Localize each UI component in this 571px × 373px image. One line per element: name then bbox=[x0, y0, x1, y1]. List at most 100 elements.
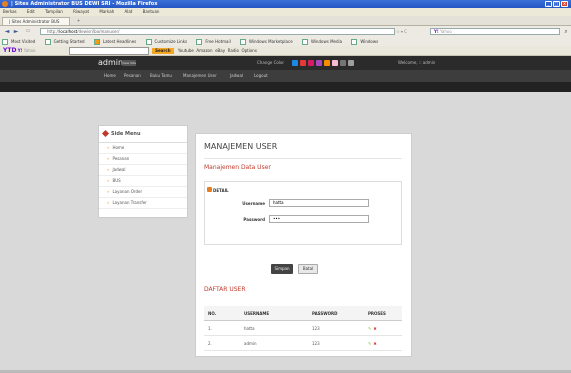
row-password: 123 bbox=[311, 335, 367, 351]
bookmark-getting-started[interactable]: Getting Started bbox=[44, 39, 88, 45]
toolbar-radio[interactable]: Radio bbox=[228, 48, 239, 53]
minimize-button[interactable]: _ bbox=[545, 1, 552, 7]
bookmark-windows[interactable]: Windows bbox=[351, 39, 381, 45]
menu-berkas[interactable]: Berkas bbox=[3, 9, 17, 14]
side-item-layanan-order[interactable]: Layanan Order bbox=[99, 187, 187, 198]
col-password: PASSWORD bbox=[311, 306, 367, 321]
bookmark-icon bbox=[240, 39, 247, 45]
table-row: 2. admin 123 ✎ ✖ bbox=[204, 335, 402, 351]
url-bar[interactable]: http://localhost/dewisri/bo/manuser/ bbox=[40, 28, 395, 35]
reload-icon[interactable]: ☆ ▾ C bbox=[396, 28, 407, 35]
toolbar-search-input[interactable] bbox=[68, 47, 149, 55]
pin-icon bbox=[101, 129, 110, 138]
color-swatch-5[interactable] bbox=[324, 60, 330, 66]
menu-bantuan[interactable]: Bantuan bbox=[143, 9, 160, 14]
menu-tampilan[interactable]: Tampilan bbox=[45, 9, 63, 14]
color-swatch-1[interactable] bbox=[292, 60, 298, 66]
menu-riwayat[interactable]: Riwayat bbox=[73, 9, 89, 14]
bookmark-label: Getting Started bbox=[53, 39, 85, 44]
menu-bar: Berkas Edit Tampilan Riwayat Markah Alat… bbox=[0, 8, 571, 16]
password-input[interactable]: ••• bbox=[269, 215, 369, 223]
toolbar-options[interactable]: Options bbox=[241, 48, 256, 53]
color-swatch-6[interactable] bbox=[332, 60, 338, 66]
bookmark-free-hotmail[interactable]: Free Hotmail bbox=[196, 39, 233, 45]
bookmark-icon bbox=[196, 39, 203, 45]
password-label: Password bbox=[243, 217, 265, 222]
nav-manajemen-user[interactable]: Manajemen User bbox=[183, 70, 217, 82]
maximize-button[interactable]: □ bbox=[553, 1, 560, 7]
browser-search-input[interactable]: Y! Yahoo bbox=[430, 28, 560, 35]
toolbar-search-button[interactable]: Search bbox=[152, 48, 174, 54]
toolbar-youtube[interactable]: Youtube bbox=[178, 48, 194, 53]
close-button[interactable]: × bbox=[561, 1, 568, 7]
search-magnifier-icon[interactable]: ⌕ bbox=[562, 28, 570, 35]
table-row: 1. hatta 123 ✎ ✖ bbox=[204, 320, 402, 336]
side-item-home[interactable]: Home bbox=[99, 143, 187, 154]
toolbar-ebay[interactable]: eBay bbox=[215, 48, 225, 53]
row-password: 123 bbox=[311, 320, 367, 336]
user-table: NO. USERNAME PASSWORD PROSES 1. hatta 12… bbox=[204, 306, 402, 351]
nav-pesanan[interactable]: Pesanan bbox=[124, 70, 141, 82]
username-input[interactable]: hatta bbox=[269, 199, 369, 207]
nav-jadwal[interactable]: Jadwal bbox=[230, 70, 243, 82]
bookmark-label: Free Hotmail bbox=[205, 39, 231, 44]
color-swatch-2[interactable] bbox=[300, 60, 306, 66]
side-menu-header: Side Menu bbox=[99, 126, 187, 143]
rss-icon bbox=[93, 39, 100, 45]
yahoo-search-icon: Y! bbox=[434, 29, 439, 34]
color-swatch-3[interactable] bbox=[308, 60, 314, 66]
back-arrow-icon[interactable]: ◄ bbox=[3, 28, 11, 35]
bookmark-windows-marketplace[interactable]: Windows Marketplace bbox=[240, 39, 296, 45]
window-title: | Sites Administrator BUS DEWI SRI - Moz… bbox=[11, 1, 158, 7]
bookmark-windows-media[interactable]: Windows Media bbox=[301, 39, 345, 45]
site-brand: admin bbox=[98, 58, 124, 67]
side-menu: Side Menu Home Pesanan Jadwal BUS Layana… bbox=[98, 125, 188, 218]
bookmark-icon bbox=[351, 39, 358, 45]
delete-x-icon[interactable]: ✖ bbox=[373, 341, 376, 346]
bookmark-latest-headlines[interactable]: Latest Headlines bbox=[93, 39, 139, 45]
browser-tab[interactable]: | Sites Administrator BUS DEWI SRI bbox=[2, 17, 70, 31]
menu-alat[interactable]: Alat bbox=[124, 9, 132, 14]
bookmark-label: Latest Headlines bbox=[102, 39, 137, 44]
tab-bar: | Sites Administrator BUS DEWI SRI + bbox=[0, 16, 571, 31]
color-swatch-4[interactable] bbox=[316, 60, 322, 66]
nav-buku-tamu[interactable]: Buku Tamu bbox=[150, 70, 172, 82]
edit-pencil-icon[interactable]: ✎ bbox=[368, 341, 371, 346]
site-header: admin View Site Change Color Welcome, ::… bbox=[0, 56, 571, 92]
header-stripe bbox=[0, 82, 571, 92]
view-site-button[interactable]: View Site bbox=[122, 60, 136, 66]
menu-edit[interactable]: Edit bbox=[27, 9, 35, 14]
toolbar-amazon[interactable]: Amazon bbox=[196, 48, 212, 53]
bookmark-most-visited[interactable]: Most Visited bbox=[2, 39, 38, 45]
menu-markah[interactable]: Markah bbox=[99, 9, 114, 14]
cancel-button[interactable]: Batal bbox=[298, 264, 318, 274]
color-swatch-8[interactable] bbox=[348, 60, 354, 66]
detail-fieldset: DETAIL Username hatta Password ••• bbox=[204, 181, 402, 245]
nav-home[interactable]: Home bbox=[104, 70, 116, 82]
bookmarks-bar: Most Visited Getting Started Latest Head… bbox=[0, 37, 571, 46]
side-item-bus[interactable]: BUS bbox=[99, 176, 187, 187]
nav-logout[interactable]: Logout bbox=[254, 70, 268, 82]
side-item-jadwal[interactable]: Jadwal bbox=[99, 165, 187, 176]
delete-x-icon[interactable]: ✖ bbox=[373, 326, 376, 331]
forward-arrow-icon[interactable]: ► bbox=[12, 28, 20, 35]
toolbar-logo: YTD bbox=[3, 47, 17, 54]
edit-pencil-icon[interactable]: ✎ bbox=[368, 326, 371, 331]
bookmark-customize-links[interactable]: Customize Links bbox=[145, 39, 191, 45]
detail-label: DETAIL bbox=[213, 188, 229, 193]
side-item-pesanan[interactable]: Pesanan bbox=[99, 154, 187, 165]
color-swatch-7[interactable] bbox=[340, 60, 346, 66]
row-no: 2. bbox=[204, 335, 243, 351]
user-icon bbox=[207, 187, 212, 192]
new-tab-plus-icon[interactable]: + bbox=[74, 17, 83, 25]
change-color-label: Change Color bbox=[257, 60, 285, 65]
side-item-layanan-transfer[interactable]: Layanan Transfer bbox=[99, 198, 187, 209]
bookmark-label: Most Visited bbox=[11, 39, 36, 44]
save-button[interactable]: Simpan bbox=[271, 264, 293, 274]
bookmark-label: Customize Links bbox=[154, 39, 188, 44]
main-content: MANAJEMEN USER Manajemen Data User DETAI… bbox=[195, 133, 412, 357]
yahoo-icon: Y! bbox=[17, 48, 23, 53]
url-host: localhost bbox=[59, 29, 78, 34]
bookmark-icon bbox=[2, 39, 8, 45]
window-title-bar: | Sites Administrator BUS DEWI SRI - Moz… bbox=[0, 0, 571, 8]
